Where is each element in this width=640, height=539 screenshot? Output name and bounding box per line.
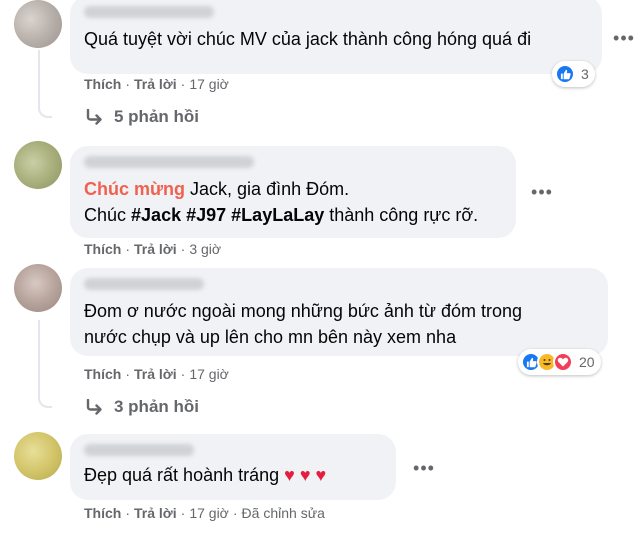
avatar[interactable] bbox=[14, 432, 62, 480]
timestamp[interactable]: 17 giờ bbox=[189, 505, 229, 521]
like-reaction-icon bbox=[555, 64, 575, 84]
like-link[interactable]: Thích bbox=[84, 76, 121, 92]
comment-text-line-2: Chúc #Jack #J97 #LayLaLay thành công rực… bbox=[84, 205, 479, 225]
thread-line bbox=[38, 50, 40, 106]
commenter-name-blurred[interactable] bbox=[84, 278, 204, 290]
thread-elbow bbox=[38, 104, 52, 118]
comment-text-line-1: Đom ơ nước ngoài mong những bức ảnh từ đ… bbox=[84, 301, 523, 321]
edited-label: Đã chỉnh sửa bbox=[241, 505, 325, 521]
reaction-count: 20 bbox=[579, 354, 595, 370]
comment-bubble: Đẹp quá rất hoành tráng ♥ ♥ ♥ bbox=[70, 434, 396, 500]
more-options-icon[interactable]: ••• bbox=[410, 454, 438, 482]
thread-elbow bbox=[38, 394, 52, 408]
comment-actions: Thích · Trả lời · 17 giờ bbox=[84, 366, 229, 382]
hashtag[interactable]: #J97 bbox=[186, 205, 226, 225]
reply-arrow-icon bbox=[86, 109, 102, 125]
reply-link[interactable]: Trả lời bbox=[134, 505, 177, 521]
comment-actions: Thích · Trả lời · 17 giờ bbox=[84, 76, 229, 92]
comment-bubble: Đom ơ nước ngoài mong những bức ảnh từ đ… bbox=[70, 268, 608, 356]
reply-arrow-icon bbox=[86, 399, 102, 415]
replies-count-label: 3 phản hồi bbox=[114, 397, 199, 416]
comment-text: Đẹp quá rất hoành tráng ♥ ♥ ♥ bbox=[84, 465, 327, 485]
comment-bubble: Chúc mừng Jack, gia đình Đóm. Chúc #Jack… bbox=[70, 146, 516, 238]
commenter-name-blurred[interactable] bbox=[84, 444, 194, 456]
like-link[interactable]: Thích bbox=[84, 505, 121, 521]
comment-actions: Thích · Trả lời · 3 giờ bbox=[84, 241, 222, 257]
more-options-icon[interactable]: ••• bbox=[528, 178, 556, 206]
avatar[interactable] bbox=[14, 141, 62, 189]
avatar[interactable] bbox=[14, 0, 62, 48]
comment-text: Quá tuyệt vời chúc MV của jack thành côn… bbox=[84, 29, 532, 49]
timestamp[interactable]: 17 giờ bbox=[189, 76, 229, 92]
reaction-summary[interactable]: 3 bbox=[552, 61, 595, 87]
comment-text-line-1: Chúc mừng Jack, gia đình Đóm. bbox=[84, 179, 350, 199]
reaction-count: 3 bbox=[581, 66, 589, 82]
hashtag[interactable]: #Jack bbox=[131, 205, 181, 225]
like-link[interactable]: Thích bbox=[84, 366, 121, 382]
comment-text-line-2: nước chụp và up lên cho mn bên này xem n… bbox=[84, 327, 457, 347]
hashtag[interactable]: #LayLaLay bbox=[231, 205, 324, 225]
avatar[interactable] bbox=[14, 264, 62, 312]
comment-actions: Thích · Trả lời · 17 giờ · Đã chỉnh sửa bbox=[84, 505, 325, 521]
comment-bubble: Quá tuyệt vời chúc MV của jack thành côn… bbox=[70, 0, 602, 74]
highlighted-phrase[interactable]: Chúc mừng bbox=[84, 179, 185, 199]
reply-link[interactable]: Trả lời bbox=[134, 241, 177, 257]
reply-link[interactable]: Trả lời bbox=[134, 366, 177, 382]
reply-link[interactable]: Trả lời bbox=[134, 76, 177, 92]
view-replies-button[interactable]: 3 phản hồi bbox=[86, 397, 199, 417]
view-replies-button[interactable]: 5 phản hồi bbox=[86, 107, 199, 127]
timestamp[interactable]: 17 giờ bbox=[189, 366, 229, 382]
timestamp[interactable]: 3 giờ bbox=[189, 241, 221, 257]
reaction-summary[interactable]: 20 bbox=[518, 349, 601, 375]
thread-line bbox=[38, 320, 40, 398]
commenter-name-blurred[interactable] bbox=[84, 6, 214, 18]
commenter-name-blurred[interactable] bbox=[84, 156, 254, 168]
replies-count-label: 5 phản hồi bbox=[114, 107, 199, 126]
more-options-icon[interactable]: ••• bbox=[610, 24, 638, 52]
love-reaction-icon bbox=[553, 352, 573, 372]
like-link[interactable]: Thích bbox=[84, 241, 121, 257]
heart-emojis: ♥ ♥ ♥ bbox=[284, 465, 327, 485]
